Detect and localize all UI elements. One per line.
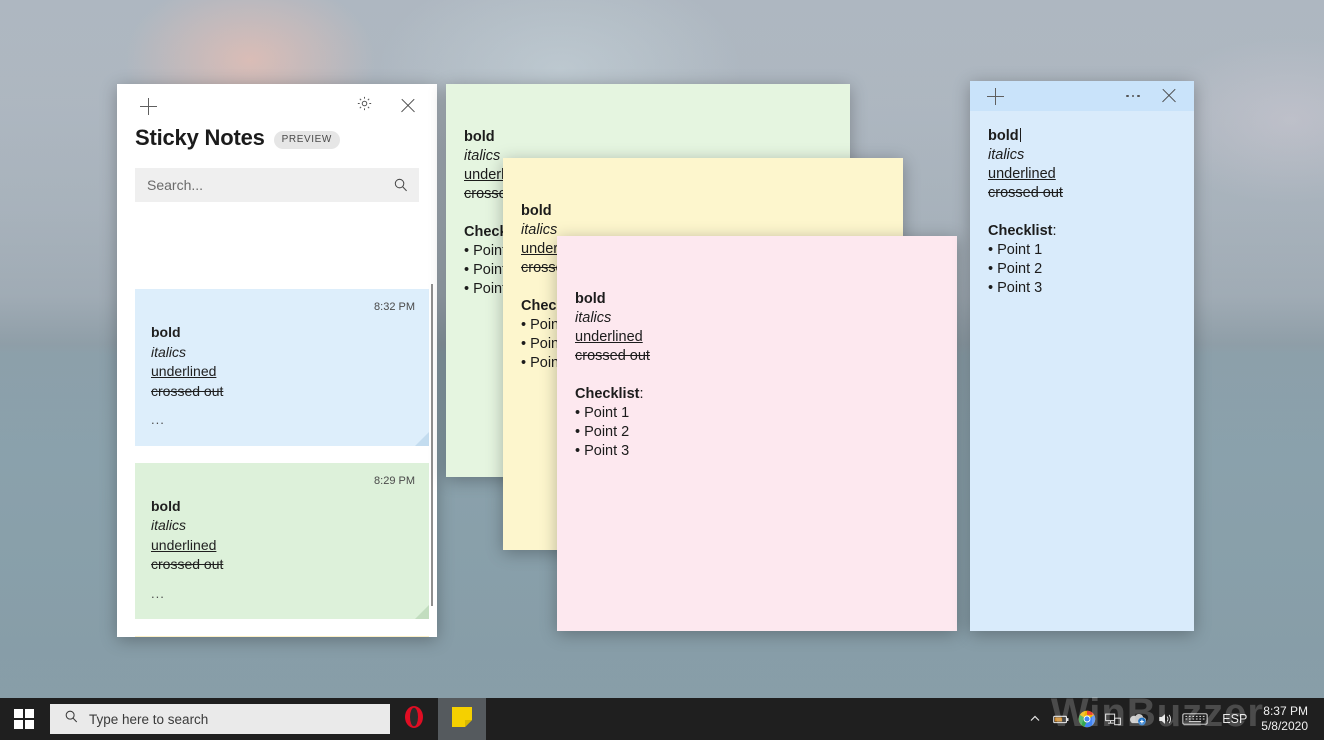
bullet-item: • Point 2	[988, 260, 1176, 279]
line-bold: bold	[464, 128, 832, 147]
close-window-button[interactable]	[385, 84, 431, 128]
line-strikethrough: crossed out	[151, 382, 413, 402]
show-hidden-icons-button[interactable]	[1022, 698, 1048, 740]
note-list-item[interactable]: 8:29 PM bold italics underlined crossed …	[135, 463, 429, 620]
line-bold: bold	[575, 290, 939, 309]
search-icon[interactable]	[393, 177, 409, 193]
bullet-item: • Point 3	[575, 442, 939, 461]
app-header: Sticky Notes PREVIEW	[117, 125, 437, 152]
settings-button[interactable]	[341, 84, 387, 128]
search-icon	[64, 709, 79, 729]
list-titlebar	[117, 84, 437, 128]
battery-icon[interactable]	[1048, 698, 1074, 740]
plus-icon	[140, 98, 157, 115]
taskbar-app-opera[interactable]	[390, 698, 438, 740]
note-preview-text: bold italics underlined crossed out ...	[151, 323, 413, 430]
note-titlebar[interactable]	[970, 81, 1194, 111]
line-strikethrough: crossed out	[575, 347, 939, 366]
volume-icon[interactable]	[1152, 698, 1178, 740]
taskbar: Type here to search	[0, 698, 1324, 740]
list-scrollbar[interactable]	[431, 284, 433, 606]
system-tray: ESP 8:37 PM 5/8/2020	[1022, 698, 1324, 740]
blank-line	[988, 203, 1176, 222]
close-note-button[interactable]	[1152, 81, 1186, 111]
gear-icon	[356, 95, 373, 117]
bullet-item: • Point 1	[575, 404, 939, 423]
line-italic: italics	[575, 309, 939, 328]
bullet-item: • Point 1	[988, 241, 1176, 260]
note-titlebar	[503, 158, 903, 188]
checklist-colon: :	[1052, 223, 1056, 239]
taskbar-search-box[interactable]: Type here to search	[50, 704, 390, 734]
network-icon[interactable]	[1100, 698, 1126, 740]
line-bold: bold	[151, 497, 413, 517]
note-titlebar	[557, 236, 957, 266]
line-strikethrough: crossed out	[151, 555, 413, 575]
clock-date: 5/8/2020	[1261, 719, 1308, 734]
checklist-label: Checklist	[575, 386, 639, 402]
checklist-heading: Checklist:	[988, 222, 1176, 241]
search-input[interactable]	[147, 177, 393, 193]
note-window-blue: bold italics underlined crossed out Chec…	[970, 81, 1194, 631]
line-strikethrough: crossed out	[988, 184, 1176, 203]
search-box[interactable]	[135, 168, 419, 202]
text-caret	[1020, 128, 1021, 142]
line-underlined: underlined	[151, 362, 413, 382]
line-ellipsis: ...	[151, 584, 413, 604]
note-window-pink: bold italics underlined crossed out Chec…	[557, 236, 957, 631]
page-title: Sticky Notes	[135, 125, 265, 151]
bullet-item: • Point 2	[575, 423, 939, 442]
note-menu-button[interactable]	[1116, 81, 1150, 111]
corner-fold-icon	[415, 605, 429, 619]
new-note-button[interactable]	[131, 84, 165, 128]
line-underlined: underlined	[151, 536, 413, 556]
onedrive-icon[interactable]	[1126, 698, 1152, 740]
line-underlined: underlined	[988, 165, 1176, 184]
opera-icon	[402, 705, 426, 734]
note-titlebar	[446, 84, 850, 114]
blank-line	[575, 366, 939, 385]
note-list-item[interactable]: 8:27 PM bold italics underlined crossed …	[135, 636, 429, 637]
note-preview-text: bold italics underlined crossed out ...	[151, 497, 413, 604]
line-bold: bold	[988, 127, 1176, 146]
clock[interactable]: 8:37 PM 5/8/2020	[1257, 704, 1320, 734]
checklist-colon: :	[639, 386, 643, 402]
line-italic: italics	[151, 516, 413, 536]
clock-time: 8:37 PM	[1261, 704, 1308, 719]
sticky-notes-icon	[451, 706, 473, 733]
notes-list[interactable]: 8:32 PM bold italics underlined crossed …	[135, 289, 431, 637]
close-icon	[1161, 88, 1177, 104]
corner-fold-icon	[415, 432, 429, 446]
taskbar-search-placeholder: Type here to search	[89, 712, 208, 727]
line-underlined: underlined	[575, 328, 939, 347]
preview-badge: PREVIEW	[274, 131, 340, 149]
windows-logo-icon	[14, 709, 34, 729]
taskbar-app-sticky-notes[interactable]	[438, 698, 486, 740]
chrome-icon[interactable]	[1074, 698, 1100, 740]
line-italic: italics	[151, 343, 413, 363]
note-timestamp: 8:32 PM	[374, 301, 415, 313]
line-italic: italics	[988, 146, 1176, 165]
checklist-heading: Checklist:	[575, 385, 939, 404]
language-indicator[interactable]: ESP	[1212, 712, 1257, 726]
bullet-item: • Point 3	[988, 279, 1176, 298]
note-text[interactable]: bold italics underlined crossed out Chec…	[557, 266, 957, 475]
plus-icon	[987, 88, 1004, 105]
close-icon	[400, 98, 416, 114]
line-bold-text: bold	[988, 128, 1019, 144]
checklist-label: Checklist	[988, 223, 1052, 239]
note-text[interactable]: bold italics underlined crossed out Chec…	[970, 111, 1194, 314]
note-timestamp: 8:29 PM	[374, 475, 415, 487]
start-button[interactable]	[0, 698, 48, 740]
sticky-notes-list-window: Sticky Notes PREVIEW 8:32 PM bold italic…	[117, 84, 437, 637]
new-note-button[interactable]	[978, 81, 1012, 111]
line-ellipsis: ...	[151, 410, 413, 430]
note-list-item[interactable]: 8:32 PM bold italics underlined crossed …	[135, 289, 429, 446]
line-bold: bold	[151, 323, 413, 343]
ellipsis-icon	[1126, 95, 1140, 98]
keyboard-icon[interactable]	[1178, 698, 1212, 740]
line-bold: bold	[521, 202, 885, 221]
